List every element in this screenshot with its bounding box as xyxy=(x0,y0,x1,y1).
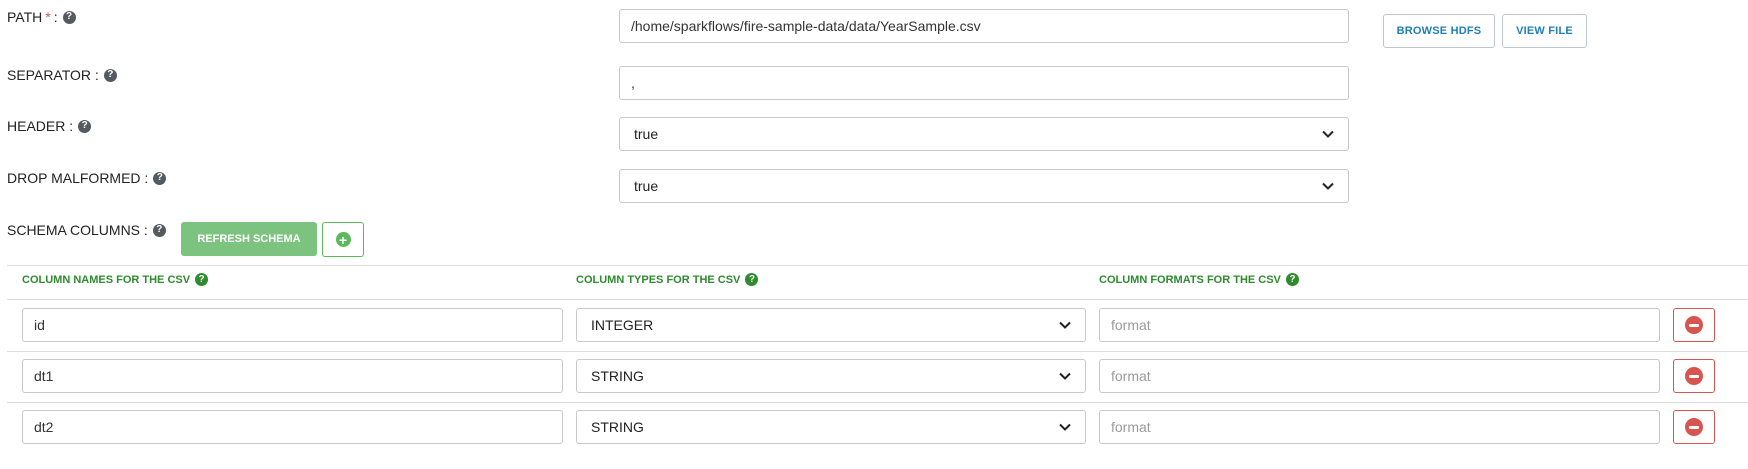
separator-input[interactable] xyxy=(619,66,1349,100)
chevron-down-icon xyxy=(1322,182,1334,190)
separator-label-text: SEPARATOR : xyxy=(7,67,99,83)
row-divider xyxy=(7,351,1748,352)
question-circle-icon[interactable]: ? xyxy=(78,119,92,133)
column-name-input[interactable] xyxy=(22,410,563,444)
column-formats-header-text: COLUMN FORMATS FOR THE CSV xyxy=(1099,273,1281,286)
row-divider xyxy=(7,402,1748,403)
question-circle-icon[interactable]: ? xyxy=(62,10,76,24)
question-circle-icon[interactable]: ? xyxy=(745,273,759,286)
schema-columns-label-text: SCHEMA COLUMNS : xyxy=(7,222,148,238)
column-name-input[interactable] xyxy=(22,308,563,342)
drop-malformed-label-text: DROP MALFORMED : xyxy=(7,170,149,186)
delete-row-button[interactable] xyxy=(1673,410,1715,444)
path-label-text: PATH xyxy=(7,9,43,25)
refresh-schema-button[interactable]: REFRESH SCHEMA xyxy=(181,222,317,256)
question-circle-icon[interactable]: ? xyxy=(195,273,209,286)
column-type-select[interactable]: INTEGER xyxy=(576,308,1086,342)
chevron-down-icon xyxy=(1059,321,1071,329)
drop-malformed-label: DROP MALFORMED : ? xyxy=(7,170,167,186)
column-types-header-text: COLUMN TYPES FOR THE CSV xyxy=(576,273,741,286)
minus-circle-icon xyxy=(1685,367,1703,385)
browse-hdfs-button[interactable]: BROWSE HDFS xyxy=(1383,14,1495,48)
path-label: PATH * : ? xyxy=(7,9,76,25)
column-formats-header: COLUMN FORMATS FOR THE CSV ? xyxy=(1099,273,1299,286)
column-type-value: STRING xyxy=(591,419,644,435)
header-select-value: true xyxy=(634,126,659,142)
question-circle-icon[interactable]: ? xyxy=(103,68,117,82)
question-circle-icon[interactable]: ? xyxy=(153,171,167,185)
path-colon: : xyxy=(53,9,58,25)
column-names-header: COLUMN NAMES FOR THE CSV ? xyxy=(22,273,209,286)
column-type-value: STRING xyxy=(591,368,644,384)
question-circle-icon[interactable]: ? xyxy=(152,223,166,237)
column-types-header: COLUMN TYPES FOR THE CSV ? xyxy=(576,273,759,286)
separator-label: SEPARATOR : ? xyxy=(7,67,117,83)
drop-malformed-select[interactable]: true xyxy=(619,169,1349,203)
column-name-input[interactable] xyxy=(22,359,563,393)
header-label: HEADER : ? xyxy=(7,118,92,134)
chevron-down-icon xyxy=(1059,423,1071,431)
column-format-input[interactable] xyxy=(1099,359,1660,393)
delete-row-button[interactable] xyxy=(1673,359,1715,393)
minus-circle-icon xyxy=(1685,418,1703,436)
view-file-button[interactable]: VIEW FILE xyxy=(1502,14,1587,48)
drop-malformed-select-value: true xyxy=(634,178,659,194)
minus-circle-icon xyxy=(1685,316,1703,334)
delete-row-button[interactable] xyxy=(1673,308,1715,342)
table-top-divider xyxy=(7,265,1748,266)
column-type-select[interactable]: STRING xyxy=(576,359,1086,393)
column-format-input[interactable] xyxy=(1099,308,1660,342)
header-label-text: HEADER : xyxy=(7,118,74,134)
question-circle-icon[interactable]: ? xyxy=(1285,273,1299,286)
chevron-down-icon xyxy=(1059,372,1071,380)
plus-circle-icon: + xyxy=(335,232,351,247)
add-column-button[interactable]: + xyxy=(322,222,364,257)
column-format-input[interactable] xyxy=(1099,410,1660,444)
chevron-down-icon xyxy=(1322,130,1334,138)
required-mark: * xyxy=(45,9,51,25)
header-select[interactable]: true xyxy=(619,117,1349,151)
column-names-header-text: COLUMN NAMES FOR THE CSV xyxy=(22,273,191,286)
table-header-divider xyxy=(7,299,1748,300)
column-type-select[interactable]: STRING xyxy=(576,410,1086,444)
schema-columns-label: SCHEMA COLUMNS : ? xyxy=(7,222,166,238)
column-type-value: INTEGER xyxy=(591,317,654,333)
path-input[interactable] xyxy=(619,9,1349,43)
